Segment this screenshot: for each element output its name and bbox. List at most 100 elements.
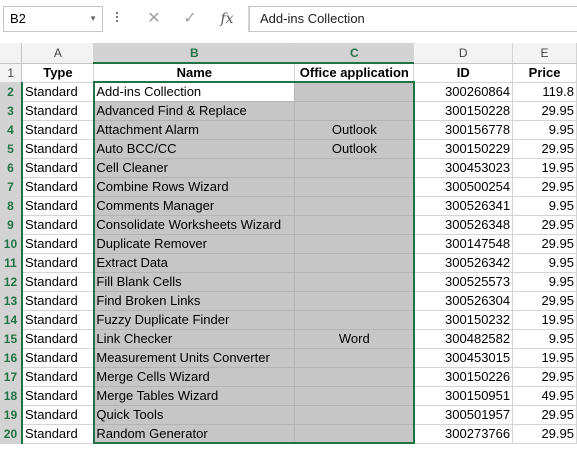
cell-price[interactable]: 19.95	[512, 158, 577, 178]
cell-office-application[interactable]	[294, 310, 415, 330]
cell-type[interactable]: Standard	[21, 101, 95, 121]
cell-name[interactable]: Comments Manager	[93, 196, 296, 216]
cell-type[interactable]: Standard	[21, 253, 95, 273]
header-cell-id[interactable]: ID	[413, 63, 514, 83]
cell-id[interactable]: 300525573	[413, 272, 514, 292]
cell-office-application[interactable]	[294, 196, 415, 216]
cell-office-application[interactable]	[294, 215, 415, 235]
cell-type[interactable]: Standard	[21, 82, 95, 102]
cell-office-application[interactable]: Outlook	[294, 139, 415, 159]
cell-price[interactable]: 9.95	[512, 253, 577, 273]
cell-type[interactable]: Standard	[21, 120, 95, 140]
cell-name[interactable]: Combine Rows Wizard	[93, 177, 296, 197]
cell-id[interactable]: 300150232	[413, 310, 514, 330]
cell-name[interactable]: Auto BCC/CC	[93, 139, 296, 159]
cell-id[interactable]: 300482582	[413, 329, 514, 349]
cell-office-application[interactable]: Outlook	[294, 120, 415, 140]
cell-id[interactable]: 300260864	[413, 82, 514, 102]
cell-office-application[interactable]	[294, 101, 415, 121]
column-header-e[interactable]: E	[512, 43, 577, 64]
row-header[interactable]: 17	[0, 367, 23, 387]
cell-name[interactable]: Extract Data	[93, 253, 296, 273]
column-header-d[interactable]: D	[413, 43, 514, 64]
cell-name[interactable]: Consolidate Worksheets Wizard	[93, 215, 296, 235]
row-header[interactable]: 5	[0, 139, 23, 159]
column-header-b[interactable]: B	[93, 43, 296, 64]
cell-price[interactable]: 119.8	[512, 82, 577, 102]
cell-id[interactable]: 300526342	[413, 253, 514, 273]
cell-price[interactable]: 29.95	[512, 291, 577, 311]
row-header[interactable]: 12	[0, 272, 23, 292]
name-box[interactable]: B2 ▼	[3, 6, 103, 32]
cell-office-application[interactable]	[294, 291, 415, 311]
cell-price[interactable]: 9.95	[512, 120, 577, 140]
header-cell-office-application[interactable]: Office application	[294, 63, 415, 83]
cell-type[interactable]: Standard	[21, 367, 95, 387]
row-header[interactable]: 11	[0, 253, 23, 273]
row-header[interactable]: 7	[0, 177, 23, 197]
cell-type[interactable]: Standard	[21, 329, 95, 349]
cell-type[interactable]: Standard	[21, 386, 95, 406]
cell-type[interactable]: Standard	[21, 139, 95, 159]
cell-id[interactable]: 300501957	[413, 405, 514, 425]
cell-price[interactable]: 29.95	[512, 367, 577, 387]
row-header[interactable]: 13	[0, 291, 23, 311]
row-header[interactable]: 10	[0, 234, 23, 254]
cell-price[interactable]: 49.95	[512, 386, 577, 406]
cell-office-application[interactable]	[294, 158, 415, 178]
insert-function-icon[interactable]: fx	[216, 9, 238, 29]
formula-input[interactable]: Add-ins Collection	[249, 6, 577, 32]
cell-name[interactable]: Link Checker	[93, 329, 296, 349]
column-header-c[interactable]: C	[294, 43, 415, 64]
cell-price[interactable]: 9.95	[512, 196, 577, 216]
cell-price[interactable]: 9.95	[512, 329, 577, 349]
cell-name[interactable]: Duplicate Remover	[93, 234, 296, 254]
cell-name[interactable]: Attachment Alarm	[93, 120, 296, 140]
cell-price[interactable]: 19.95	[512, 348, 577, 368]
row-header[interactable]: 1	[0, 63, 23, 83]
select-all-corner[interactable]	[0, 43, 23, 64]
row-header[interactable]: 6	[0, 158, 23, 178]
cell-price[interactable]: 29.95	[512, 177, 577, 197]
chevron-down-icon[interactable]: ▼	[89, 7, 97, 31]
cell-type[interactable]: Standard	[21, 177, 95, 197]
row-header[interactable]: 16	[0, 348, 23, 368]
cell-type[interactable]: Standard	[21, 424, 95, 444]
cell-type[interactable]: Standard	[21, 310, 95, 330]
cell-name[interactable]: Fuzzy Duplicate Finder	[93, 310, 296, 330]
cell-id[interactable]: 300150951	[413, 386, 514, 406]
row-header[interactable]: 20	[0, 424, 23, 444]
cell-name[interactable]: Random Generator	[93, 424, 296, 444]
cell-id[interactable]: 300500254	[413, 177, 514, 197]
cell-id[interactable]: 300150229	[413, 139, 514, 159]
cell-type[interactable]: Standard	[21, 272, 95, 292]
cell-office-application[interactable]	[294, 367, 415, 387]
row-header[interactable]: 19	[0, 405, 23, 425]
cell-name[interactable]: Cell Cleaner	[93, 158, 296, 178]
cell-name[interactable]: Quick Tools	[93, 405, 296, 425]
cell-office-application[interactable]	[294, 253, 415, 273]
cancel-icon[interactable]: ✕	[144, 9, 164, 29]
cell-office-application[interactable]	[294, 405, 415, 425]
cell-office-application[interactable]	[294, 348, 415, 368]
cell-name[interactable]: Measurement Units Converter	[93, 348, 296, 368]
cell-type[interactable]: Standard	[21, 158, 95, 178]
cell-type[interactable]: Standard	[21, 291, 95, 311]
cell-name[interactable]: Add-ins Collection	[93, 82, 296, 102]
cell-type[interactable]: Standard	[21, 196, 95, 216]
row-header[interactable]: 3	[0, 101, 23, 121]
header-cell-type[interactable]: Type	[21, 63, 95, 83]
row-header[interactable]: 2	[0, 82, 23, 102]
cell-type[interactable]: Standard	[21, 405, 95, 425]
cell-name[interactable]: Merge Cells Wizard	[93, 367, 296, 387]
cell-price[interactable]: 29.95	[512, 101, 577, 121]
cell-type[interactable]: Standard	[21, 215, 95, 235]
cell-id[interactable]: 300273766	[413, 424, 514, 444]
cell-price[interactable]: 19.95	[512, 310, 577, 330]
cell-id[interactable]: 300156778	[413, 120, 514, 140]
cell-price[interactable]: 29.95	[512, 139, 577, 159]
enter-icon[interactable]: ✓	[180, 9, 200, 29]
cell-id[interactable]: 300147548	[413, 234, 514, 254]
cell-office-application[interactable]	[294, 82, 415, 102]
cell-name[interactable]: Advanced Find & Replace	[93, 101, 296, 121]
